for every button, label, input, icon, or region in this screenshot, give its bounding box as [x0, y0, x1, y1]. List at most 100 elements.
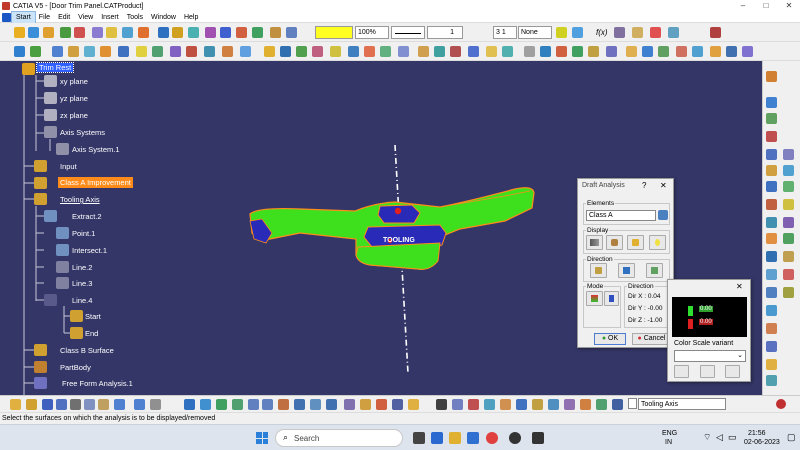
taskbar-search-box[interactable]: ⌕ Search — [275, 429, 403, 447]
tree-item-extract-2[interactable]: Extract.2 — [72, 212, 102, 221]
compass-direction-button[interactable] — [590, 263, 607, 278]
wire-render-icon[interactable] — [326, 399, 337, 410]
menu-insert[interactable]: Insert — [97, 12, 123, 23]
elements-list-icon[interactable] — [658, 210, 668, 220]
tree-item-end[interactable]: End — [85, 329, 98, 338]
develop-icon[interactable] — [222, 46, 233, 57]
point-icon[interactable] — [43, 27, 54, 38]
menu-view[interactable]: View — [74, 12, 97, 23]
hide-show-icon[interactable] — [344, 399, 355, 410]
quick-mode-button[interactable] — [586, 291, 603, 306]
publication-icon[interactable] — [468, 399, 479, 410]
curve-icon[interactable] — [74, 27, 85, 38]
brush-icon[interactable] — [556, 27, 567, 38]
affinity-icon[interactable] — [170, 46, 181, 57]
tool-icon[interactable] — [766, 323, 777, 334]
tree-item-tooling-axis[interactable]: Tooling Axis — [60, 195, 100, 204]
checkbox-icon[interactable] — [628, 398, 637, 409]
table-icon[interactable] — [632, 27, 643, 38]
wifi-icon[interactable]: ⌔ — [703, 432, 711, 443]
sketch-icon[interactable] — [14, 27, 25, 38]
lamp-button[interactable] — [649, 235, 666, 250]
parallel-curve-icon[interactable] — [296, 46, 307, 57]
color-picker[interactable] — [315, 26, 353, 39]
windows-start-icon[interactable] — [256, 432, 268, 444]
loft-icon[interactable] — [68, 46, 79, 57]
iso-view-icon[interactable] — [294, 399, 305, 410]
fit-all-icon[interactable] — [200, 399, 211, 410]
circle-icon[interactable] — [380, 46, 391, 57]
tool-icon[interactable] — [766, 199, 777, 210]
color-dialog-close-button[interactable]: ✕ — [736, 282, 743, 291]
whats-this-icon[interactable] — [150, 399, 161, 410]
direction-axis-button[interactable] — [627, 235, 644, 250]
symmetry-icon[interactable] — [136, 46, 147, 57]
reorder-icon[interactable] — [580, 399, 591, 410]
zoom-out-icon[interactable] — [262, 399, 273, 410]
tree-item-start[interactable]: Start — [85, 312, 101, 321]
tree-item-intersect-1[interactable]: Intersect.1 — [72, 246, 107, 255]
weight-combo[interactable]: 3 1 — [493, 26, 517, 39]
tool-icon[interactable] — [766, 305, 777, 316]
surfacic-curvature-icon[interactable] — [572, 46, 583, 57]
task-view-icon[interactable] — [413, 432, 425, 444]
spline-icon[interactable] — [30, 46, 41, 57]
tree-item-input[interactable]: Input — [60, 162, 77, 171]
notifications-icon[interactable]: ▢ — [787, 432, 796, 443]
offset-icon[interactable] — [52, 46, 63, 57]
draft-analysis-icon[interactable] — [556, 46, 567, 57]
conic-icon[interactable] — [418, 46, 429, 57]
menu-edit[interactable]: Edit — [54, 12, 74, 23]
catalog-browser-icon[interactable] — [452, 399, 463, 410]
ground-icon[interactable] — [658, 46, 669, 57]
tool-icon[interactable] — [783, 199, 794, 210]
region-code[interactable]: IN — [665, 439, 672, 446]
wireframe-icon[interactable] — [14, 46, 25, 57]
combine-icon[interactable] — [434, 46, 445, 57]
print-icon[interactable] — [56, 399, 67, 410]
elements-field[interactable]: Class A — [586, 210, 656, 221]
sweep-icon[interactable] — [138, 27, 149, 38]
tool-icon[interactable] — [766, 287, 777, 298]
full-color-mode-button[interactable] — [586, 235, 603, 250]
join-icon[interactable] — [188, 27, 199, 38]
file-explorer-icon[interactable] — [449, 432, 461, 444]
scaling-icon[interactable] — [152, 46, 163, 57]
tree-item-axis-systems[interactable]: Axis Systems — [60, 128, 105, 137]
line-icon[interactable] — [60, 27, 71, 38]
thickness-combo[interactable]: 1 — [427, 26, 463, 39]
volume-icon[interactable]: ◁ — [716, 432, 723, 443]
scale-value-upper[interactable]: 0.00 — [699, 306, 713, 312]
dialog-close-button[interactable]: ✕ — [660, 181, 667, 190]
surface-icon[interactable] — [92, 27, 103, 38]
redo-icon[interactable] — [134, 399, 145, 410]
parent-icon[interactable] — [596, 399, 607, 410]
on-the-fly-button[interactable] — [606, 235, 623, 250]
highlight-icon[interactable] — [606, 46, 617, 57]
tool-icon[interactable] — [766, 359, 777, 370]
tree-item-free-form-analysis[interactable]: Free Form Analysis.1 — [62, 379, 133, 388]
rotate-icon[interactable] — [232, 399, 243, 410]
split-icon[interactable] — [205, 27, 216, 38]
tree-item-point-1[interactable]: Point.1 — [72, 229, 95, 238]
light-source-icon[interactable] — [626, 46, 637, 57]
spiral-icon[interactable] — [364, 46, 375, 57]
store-icon[interactable] — [467, 432, 479, 444]
open-icon[interactable] — [26, 399, 37, 410]
color-scale-variant-combo[interactable]: ⌄ — [674, 350, 746, 362]
tree-item-line-2[interactable]: Line.2 — [72, 263, 92, 272]
swap-space-icon[interactable] — [360, 399, 371, 410]
tool-icon[interactable] — [766, 131, 777, 142]
untrim-icon[interactable] — [118, 46, 129, 57]
properties-icon[interactable] — [572, 27, 583, 38]
polyline-icon[interactable] — [398, 46, 409, 57]
transparency-combo[interactable]: 100% — [355, 26, 389, 39]
isoparametric-icon[interactable] — [468, 46, 479, 57]
tool-icon[interactable] — [766, 113, 777, 124]
tree-item-axis-system-1[interactable]: Axis System.1 — [72, 145, 120, 154]
scan-icon[interactable] — [484, 399, 495, 410]
tool-icon[interactable] — [766, 251, 777, 262]
sculpt-icon[interactable] — [710, 46, 721, 57]
revolve-icon[interactable] — [122, 27, 133, 38]
analysis-tool-icon[interactable] — [766, 71, 777, 82]
